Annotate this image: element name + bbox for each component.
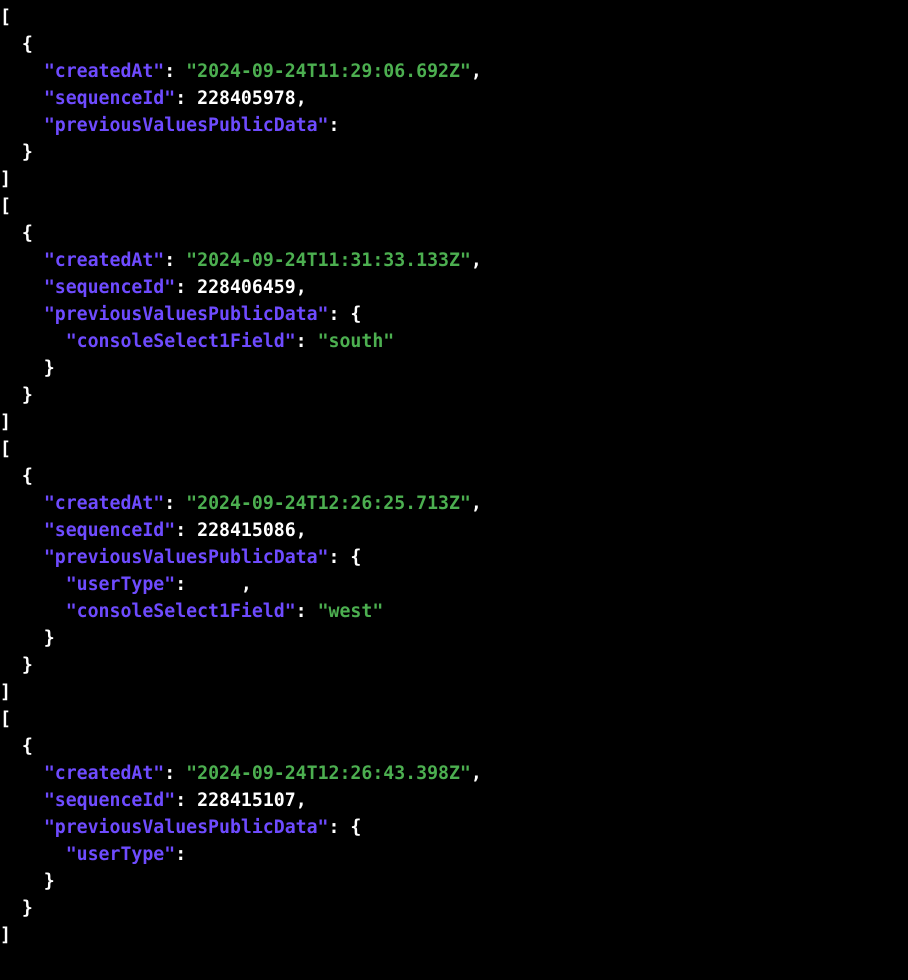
json-null: null xyxy=(350,115,394,136)
json-key: "sequenceId" xyxy=(44,790,175,811)
json-string: "west" xyxy=(318,601,384,622)
json-key: "previousValuesPublicData" xyxy=(44,304,329,325)
json-number: 228405978 xyxy=(197,88,296,109)
json-null: null xyxy=(197,574,241,595)
json-key: "previousValuesPublicData" xyxy=(44,115,329,136)
json-key: "createdAt" xyxy=(44,493,164,514)
json-key: "sequenceId" xyxy=(44,520,175,541)
json-string: "south" xyxy=(318,331,395,352)
json-key: "createdAt" xyxy=(44,61,164,82)
json-string: "2024-09-24T12:26:43.398Z" xyxy=(186,763,471,784)
json-key: "consoleSelect1Field" xyxy=(66,601,296,622)
json-key: "sequenceId" xyxy=(44,88,175,109)
json-null: null xyxy=(197,844,241,865)
json-key: "previousValuesPublicData" xyxy=(44,817,329,838)
json-key: "consoleSelect1Field" xyxy=(66,331,296,352)
json-key: "sequenceId" xyxy=(44,277,175,298)
json-number: 228415107 xyxy=(197,790,296,811)
json-key: "previousValuesPublicData" xyxy=(44,547,329,568)
json-string: "2024-09-24T11:29:06.692Z" xyxy=(186,61,471,82)
json-output: [ { "createdAt": "2024-09-24T11:29:06.69… xyxy=(0,0,908,949)
json-string: "2024-09-24T11:31:33.133Z" xyxy=(186,250,471,271)
json-string: "2024-09-24T12:26:25.713Z" xyxy=(186,493,471,514)
json-key: "createdAt" xyxy=(44,763,164,784)
json-key: "createdAt" xyxy=(44,250,164,271)
json-key: "userType" xyxy=(66,574,176,595)
json-number: 228415086 xyxy=(197,520,296,541)
json-number: 228406459 xyxy=(197,277,296,298)
json-key: "userType" xyxy=(66,844,176,865)
